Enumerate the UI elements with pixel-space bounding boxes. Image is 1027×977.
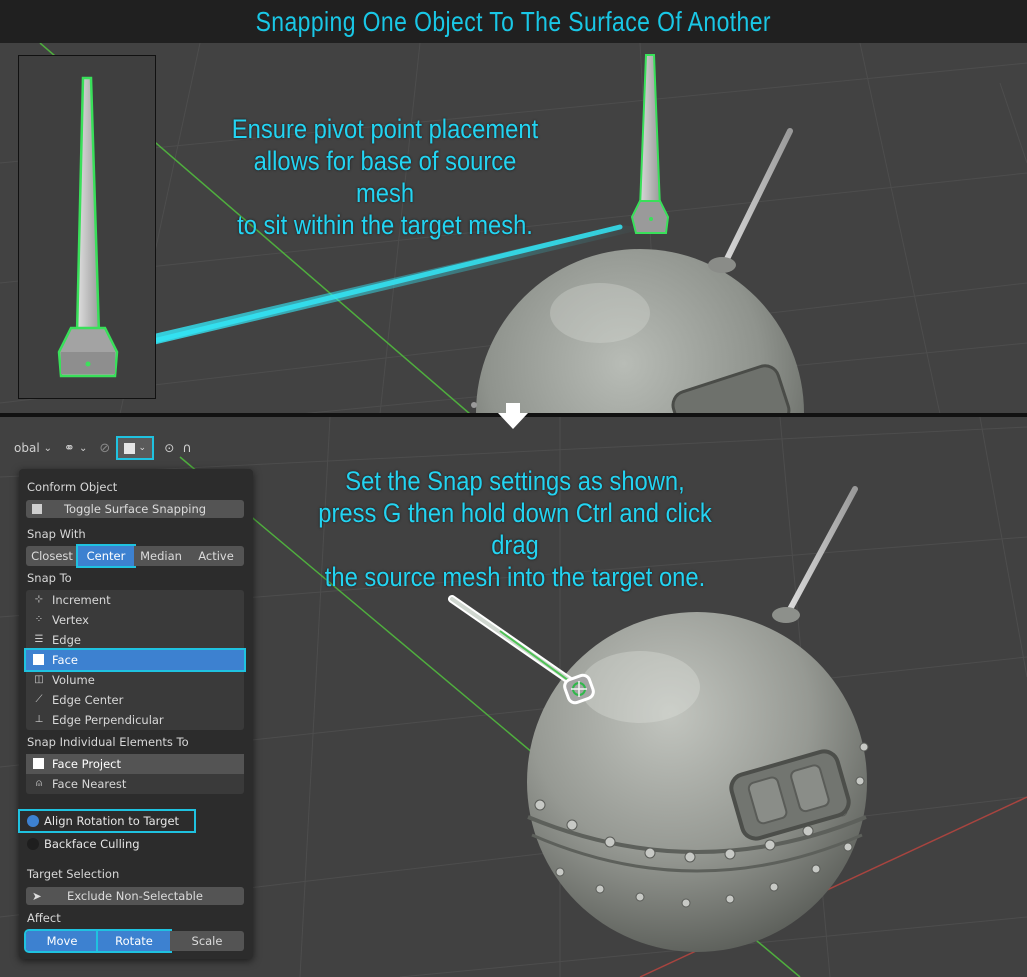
backface-culling-label: Backface Culling: [44, 837, 140, 851]
increment-icon: ⊹: [34, 594, 44, 605]
edge-perpendicular-icon: ⊥: [34, 714, 44, 725]
edge-icon: ☰: [34, 634, 44, 645]
bottom-caption: Set the Snap settings as shown, press G …: [318, 466, 712, 592]
cursor-icon: ➤: [32, 889, 42, 903]
snap-with-active[interactable]: Active: [188, 546, 244, 566]
face-project-icon: [33, 758, 44, 769]
affect-move[interactable]: Move: [24, 929, 100, 953]
exclude-non-selectable-label: Exclude Non-Selectable: [67, 889, 203, 903]
falloff-icon[interactable]: ∩: [182, 441, 192, 456]
top-caption: Ensure pivot point placement allows for …: [231, 114, 539, 240]
snap-to-vertex[interactable]: ⁘ Vertex: [26, 610, 244, 630]
proportional-editing-icon[interactable]: ⊙: [164, 441, 174, 455]
snap-to-edge-perpendicular[interactable]: ⊥ Edge Perpendicular: [26, 710, 244, 730]
checkbox-on-icon: [27, 815, 39, 827]
align-rotation-label: Align Rotation to Target: [44, 814, 180, 828]
snap-individual-face-nearest[interactable]: ⍝ Face Nearest: [26, 774, 244, 794]
affect-scale[interactable]: Scale: [170, 931, 244, 951]
vertex-icon: ⁘: [34, 614, 44, 625]
zoom-antenna: [57, 76, 119, 378]
top-viewport: Ensure pivot point placement allows for …: [0, 43, 1027, 414]
checkbox-off-icon: [27, 838, 39, 850]
face-nearest-icon: ⍝: [36, 778, 42, 789]
snap-to-edge[interactable]: ☰ Edge: [26, 630, 244, 650]
chevron-down-icon: ⌄: [43, 442, 53, 454]
snap-to-edge-center[interactable]: ⟋ Edge Center: [26, 690, 244, 710]
snap-with-center[interactable]: Center: [76, 544, 136, 568]
snap-with-selector: Closest Center Median Active: [26, 544, 244, 568]
page-title: Snapping One Object To The Surface Of An…: [0, 0, 1027, 43]
toggle-surface-snapping-button[interactable]: Toggle Surface Snapping: [26, 500, 244, 518]
snap-to-face[interactable]: Face: [24, 648, 246, 672]
snap-to-increment[interactable]: ⊹ Increment: [26, 590, 244, 610]
transform-orientation-dropdown[interactable]: obal: [14, 441, 40, 455]
conform-object-label: Conform Object: [27, 480, 118, 494]
affect-selector: Move Rotate Scale: [24, 929, 244, 953]
snap-magnet-icon[interactable]: ⊘: [99, 441, 110, 456]
viewport-header-toolbar: obal ⌄ ⚭ ⌄ ⊘ ⌄ ⊙ ∩: [0, 433, 192, 463]
volume-icon: ◫: [34, 674, 44, 685]
affect-rotate[interactable]: Rotate: [96, 929, 172, 953]
snap-with-closest[interactable]: Closest: [26, 546, 78, 566]
snap-individual-face-project[interactable]: Face Project: [26, 754, 244, 774]
face-snap-icon: [124, 442, 136, 454]
backface-culling-checkbox[interactable]: Backface Culling: [20, 834, 140, 854]
snap-to-label: Snap To: [27, 571, 72, 585]
snap-with-label: Snap With: [27, 527, 86, 541]
snap-to-volume[interactable]: ◫ Volume: [26, 670, 244, 690]
zoom-inset: [18, 55, 156, 399]
edge-center-icon: ⟋: [35, 694, 43, 705]
face-snap-icon: [32, 504, 42, 514]
pivot-icon[interactable]: ⚭ ⌄: [64, 441, 91, 456]
snap-individual-list: Face Project ⍝ Face Nearest: [26, 754, 244, 794]
snap-target-dropdown[interactable]: ⌄: [116, 436, 155, 460]
align-rotation-checkbox[interactable]: Align Rotation to Target: [18, 809, 196, 833]
arrow-down-icon: [498, 403, 528, 429]
snap-with-median[interactable]: Median: [134, 546, 188, 566]
snap-to-list: ⊹ Increment ⁘ Vertex ☰ Edge Face ◫ Volume ⟋ E…: [24, 590, 246, 730]
snapping-popover: Conform Object Toggle Surface Snapping S…: [18, 469, 253, 959]
face-snap-icon: [33, 654, 44, 665]
affect-label: Affect: [27, 911, 61, 925]
snap-individual-label: Snap Individual Elements To: [27, 735, 189, 749]
toggle-surface-snapping-label: Toggle Surface Snapping: [63, 502, 207, 516]
target-selection-label: Target Selection: [27, 867, 120, 881]
chevron-down-icon: ⌄: [138, 443, 147, 453]
bottom-viewport: Set the Snap settings as shown, press G …: [0, 417, 1027, 977]
exclude-non-selectable-button[interactable]: ➤ Exclude Non-Selectable: [26, 887, 244, 905]
